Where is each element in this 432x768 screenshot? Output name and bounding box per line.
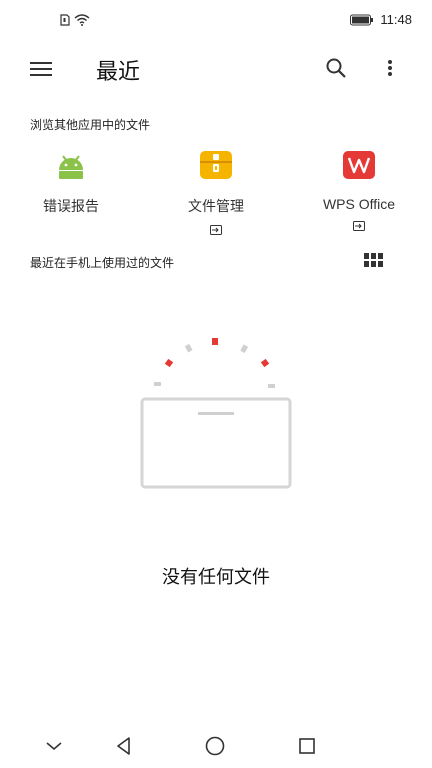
file-manager-icon [199, 150, 233, 180]
empty-state-message: 没有任何文件 [162, 567, 270, 588]
recents-icon[interactable] [295, 734, 319, 758]
source-wps-office[interactable]: WPS Office [304, 150, 414, 231]
menu-icon[interactable] [26, 58, 56, 80]
wifi-icon [74, 14, 90, 26]
sim-card-icon [60, 14, 70, 26]
grid-view-icon[interactable] [363, 252, 385, 270]
source-bug-report[interactable]: 错误报告 [16, 150, 126, 216]
external-link-icon [210, 220, 222, 235]
empty-state-illustration [130, 330, 310, 500]
search-icon[interactable] [322, 54, 350, 82]
home-icon[interactable] [203, 734, 227, 758]
status-time: 11:48 [380, 12, 412, 27]
recent-section-title: 最近在手机上使用过的文件 [30, 256, 175, 270]
system-nav-bar [0, 724, 432, 768]
status-right: 11:48 [350, 12, 412, 27]
page-title: 最近 [96, 60, 141, 85]
source-label: 文件管理 [188, 198, 244, 214]
source-label: 错误报告 [43, 198, 99, 214]
status-bar: 11:48 [0, 0, 432, 40]
battery-icon [350, 14, 374, 25]
browse-section-title: 浏览其他应用中的文件 [30, 118, 151, 132]
back-icon[interactable] [112, 734, 136, 758]
chevron-down-icon[interactable] [42, 734, 66, 758]
source-file-manager[interactable]: 文件管理 [161, 150, 271, 235]
app-bar: 最近 [0, 44, 432, 94]
external-link-icon [353, 216, 365, 231]
status-left-icons [60, 14, 90, 26]
more-vertical-icon[interactable] [380, 54, 400, 84]
source-label: WPS Office [322, 196, 396, 212]
wps-icon [342, 150, 376, 180]
android-icon [54, 150, 88, 180]
